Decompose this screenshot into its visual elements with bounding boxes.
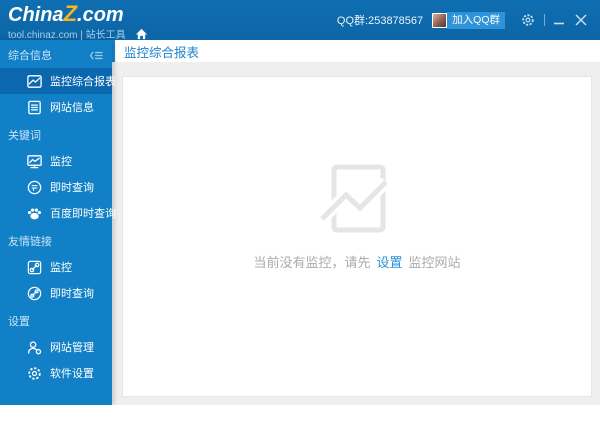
- minimize-icon[interactable]: [553, 14, 566, 27]
- sidebar-item-label: 即时查询: [50, 182, 94, 194]
- sidebar-item-link-monitor[interactable]: 监控: [0, 254, 112, 280]
- sidebar-section-settings: 设置: [0, 306, 112, 334]
- sidebar-item-monitor-report[interactable]: 监控综合报表: [0, 68, 116, 94]
- app-logo: ChinaZ.com: [8, 3, 148, 26]
- section-label: 关键词: [8, 130, 41, 142]
- chart-report-icon: [26, 73, 43, 90]
- page-title: 监控综合报表: [124, 45, 200, 60]
- site-manage-user-icon: [26, 339, 43, 356]
- sidebar-item-label: 监控: [50, 262, 72, 274]
- titlebar: ChinaZ.com tool.chinaz.com | 站长工具 QQ群:25…: [0, 0, 600, 41]
- sidebar-item-label: 即时查询: [50, 288, 94, 300]
- sidebar-item-software-settings[interactable]: 软件设置: [0, 360, 112, 386]
- join-qq-group-label: 加入QQ群: [447, 11, 505, 29]
- brand: ChinaZ.com tool.chinaz.com | 站长工具: [0, 0, 148, 41]
- sidebar-item-keyword-query[interactable]: 即时查询: [0, 174, 112, 200]
- setup-link[interactable]: 设置: [376, 255, 402, 270]
- sidebar-item-label: 监控综合报表: [50, 76, 116, 88]
- join-qq-group-button[interactable]: 加入QQ群: [432, 11, 505, 29]
- site-info-icon: [26, 99, 43, 116]
- logo-com: .com: [77, 4, 124, 26]
- home-icon[interactable]: [135, 28, 148, 40]
- logo-z: Z: [63, 1, 78, 26]
- empty-state-message: 当前没有监控，请先 设置 监控网站: [123, 252, 591, 271]
- brand-subtitle: tool.chinaz.com | 站长工具: [8, 30, 126, 41]
- titlebar-divider: [544, 14, 545, 26]
- sidebar-item-keyword-monitor[interactable]: 监控: [0, 148, 112, 174]
- sidebar-item-label: 网站信息: [50, 102, 94, 114]
- baidu-paw-icon: [26, 205, 43, 222]
- section-label: 友情链接: [8, 236, 52, 248]
- sidebar-item-label: 监控: [50, 156, 72, 168]
- sidebar-section-friend-links: 友情链接: [0, 226, 112, 254]
- empty-text-before: 当前没有监控，请先: [253, 255, 371, 270]
- section-label: 综合信息: [8, 50, 52, 62]
- sidebar-item-label: 百度即时查询: [50, 208, 116, 220]
- qq-group-avatar: [432, 12, 448, 28]
- app-window: ChinaZ.com tool.chinaz.com | 站长工具 QQ群:25…: [0, 0, 600, 405]
- empty-chart-icon: [123, 163, 591, 242]
- qq-group-number: QQ群:253878567: [336, 15, 424, 27]
- sidebar-item-label: 网站管理: [50, 342, 94, 354]
- software-gear-icon: [26, 365, 43, 382]
- link-query-icon: [26, 285, 43, 302]
- sidebar-item-link-query[interactable]: 即时查询: [0, 280, 112, 306]
- sidebar-section-general: 综合信息: [0, 40, 112, 68]
- page-header: 监控综合报表: [112, 40, 600, 62]
- sidebar-item-baidu-query[interactable]: 百度即时查询: [0, 200, 116, 226]
- sidebar-section-keywords: 关键词: [0, 120, 112, 148]
- keyword-monitor-icon: [26, 153, 43, 170]
- main-content: 监控综合报表 当前没有监控，请先 设置 监控网站: [112, 40, 600, 405]
- sidebar: 综合信息 监控综合报表 网站信息 关键词 监控 即时查询 百度即时查询 友情链接…: [0, 40, 116, 405]
- content-body: 当前没有监控，请先 设置 监控网站: [112, 62, 600, 405]
- report-panel: 当前没有监控，请先 设置 监控网站: [122, 76, 592, 397]
- close-icon[interactable]: [574, 13, 588, 27]
- sidebar-item-site-info[interactable]: 网站信息: [0, 94, 112, 120]
- empty-text-after: 监控网站: [408, 255, 461, 270]
- collapse-menu-icon[interactable]: [89, 50, 104, 61]
- word-query-icon: [26, 179, 43, 196]
- sidebar-item-label: 软件设置: [50, 368, 94, 380]
- link-monitor-icon: [26, 259, 43, 276]
- gear-icon[interactable]: [520, 12, 536, 28]
- section-label: 设置: [8, 316, 30, 328]
- logo-china: China: [8, 4, 64, 26]
- sidebar-item-site-manage[interactable]: 网站管理: [0, 334, 112, 360]
